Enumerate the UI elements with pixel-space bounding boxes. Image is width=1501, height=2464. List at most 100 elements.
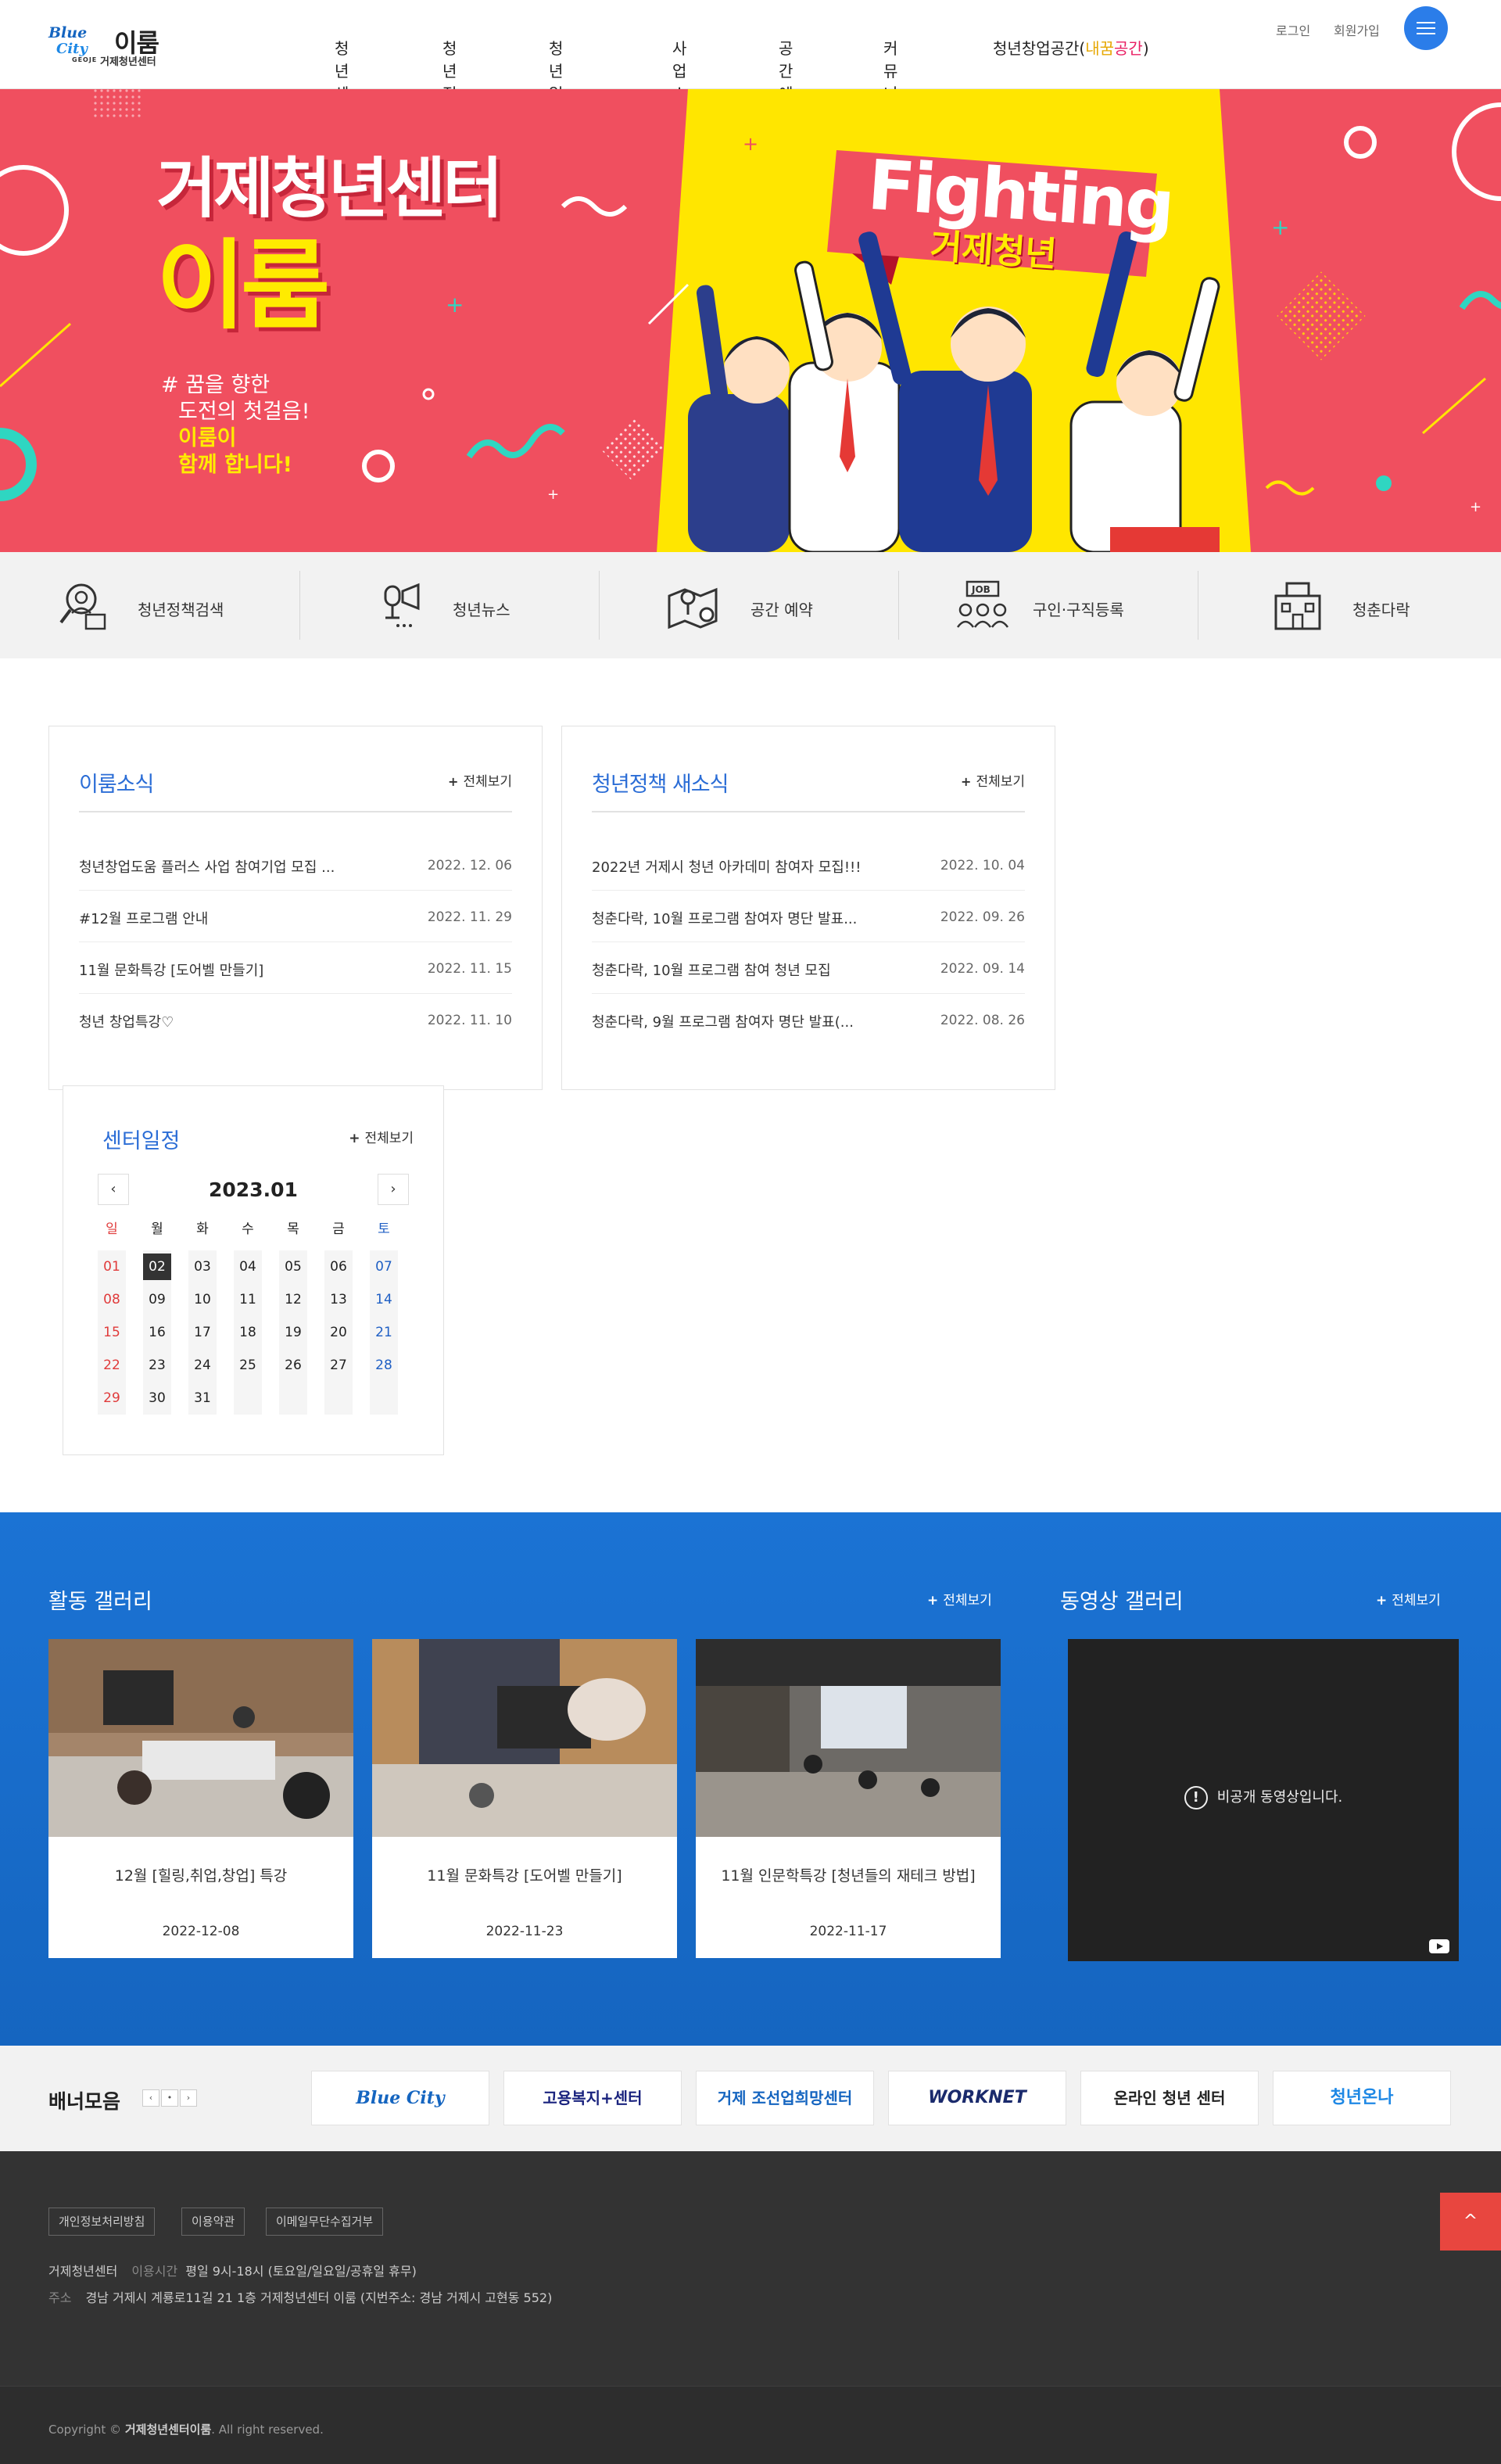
logo-text-blue: Blue bbox=[48, 24, 88, 41]
calendar-day[interactable]: 22 bbox=[98, 1352, 126, 1379]
calendar-day[interactable]: 05 bbox=[279, 1254, 307, 1280]
more-link[interactable]: + 전체보기 bbox=[448, 770, 512, 790]
calendar-day[interactable]: 18 bbox=[234, 1319, 262, 1346]
calendar-day[interactable]: 15 bbox=[98, 1319, 126, 1346]
gallery-card[interactable]: 11월 문화특강 [도어벨 만들기] 2022-11-23 bbox=[372, 1639, 677, 1958]
calendar-day[interactable]: 14 bbox=[370, 1286, 398, 1313]
email-refusal-link[interactable]: 이메일무단수집거부 bbox=[266, 2208, 384, 2236]
board-row[interactable]: 청년 창업특강♡ 2022. 11. 10 bbox=[79, 994, 512, 1045]
more-link[interactable]: + 전체보기 bbox=[349, 1127, 414, 1146]
calendar-day-today[interactable]: 02 bbox=[143, 1254, 171, 1280]
calendar-day[interactable]: 30 bbox=[143, 1385, 171, 1411]
quick-policy-search[interactable]: 청년정책검색 bbox=[0, 552, 299, 658]
calendar-day[interactable]: 12 bbox=[279, 1286, 307, 1313]
quick-label: 구인·구직등록 bbox=[1033, 601, 1124, 619]
calendar-day[interactable]: 20 bbox=[324, 1319, 353, 1346]
gallery-card[interactable]: 12월 [힐링,취업,창업] 특강 2022-12-08 bbox=[48, 1639, 353, 1958]
prev-month-button[interactable]: ‹ bbox=[98, 1174, 129, 1205]
calendar-day[interactable]: 19 bbox=[279, 1319, 307, 1346]
calendar-day[interactable]: 09 bbox=[143, 1286, 171, 1313]
next-month-button[interactable]: › bbox=[378, 1174, 409, 1205]
site-logo[interactable]: Blue City GEOJE 이룸 거제청년센터 bbox=[48, 23, 174, 69]
quick-label: 청년정책검색 bbox=[138, 601, 224, 619]
hamburger-menu-icon[interactable] bbox=[1404, 6, 1448, 50]
scroll-to-top-button[interactable]: ^ bbox=[1440, 2193, 1501, 2251]
banner-pause-button[interactable]: • bbox=[161, 2089, 178, 2107]
nav-startup-space[interactable]: 청년창업공간(내꿈공간) bbox=[993, 36, 1149, 59]
row-date: 2022. 11. 10 bbox=[427, 1013, 512, 1028]
calendar-day[interactable]: 10 bbox=[188, 1286, 217, 1313]
weekday-label: 금 bbox=[332, 1221, 345, 1237]
hero-slogan-line2: 도전의 첫걸음! bbox=[178, 400, 310, 424]
calendar-day[interactable]: 11 bbox=[234, 1286, 262, 1313]
row-title: #12월 프로그램 안내 bbox=[79, 911, 209, 927]
svg-text:+: + bbox=[446, 292, 464, 317]
more-link[interactable]: + 전체보기 bbox=[961, 770, 1025, 790]
terms-link[interactable]: 이용약관 bbox=[181, 2208, 245, 2236]
board-row[interactable]: 11월 문화특강 [도어벨 만들기] 2022. 11. 15 bbox=[79, 942, 512, 994]
calendar-day[interactable]: 17 bbox=[188, 1319, 217, 1346]
gallery-section: 활동 갤러리 + 전체보기 동영상 갤러리 + 전체보기 12월 [힐링,취업,창업… bbox=[0, 1512, 1501, 2046]
calendar-day[interactable]: 26 bbox=[279, 1352, 307, 1379]
calendar-day[interactable]: 01 bbox=[98, 1254, 126, 1280]
calendar-day[interactable]: 08 bbox=[98, 1286, 126, 1313]
calendar-day[interactable]: 16 bbox=[143, 1319, 171, 1346]
photo-classroom-image bbox=[48, 1639, 353, 1837]
banner-worknet[interactable]: WORKNET bbox=[888, 2071, 1066, 2125]
gallery-more-link[interactable]: + 전체보기 bbox=[927, 1589, 992, 1609]
row-title: 청년 창업특강♡ bbox=[79, 1014, 174, 1031]
quick-space-reservation[interactable]: 공간 예약 bbox=[599, 552, 898, 658]
banner-bluecity[interactable]: Blue City bbox=[311, 2071, 489, 2125]
board-row[interactable]: #12월 프로그램 안내 2022. 11. 29 bbox=[79, 891, 512, 942]
banner-prev-button[interactable]: ‹ bbox=[142, 2089, 159, 2107]
login-link[interactable]: 로그인 bbox=[1276, 20, 1310, 39]
calendar-day[interactable]: 06 bbox=[324, 1254, 353, 1280]
banner-youth-onna[interactable]: 청년온나 bbox=[1273, 2071, 1451, 2125]
video-player[interactable]: ! 비공개 동영상입니다. bbox=[1068, 1639, 1459, 1961]
join-link[interactable]: 회원가입 bbox=[1334, 20, 1380, 39]
calendar-day[interactable]: 23 bbox=[143, 1352, 171, 1379]
calendar-day[interactable]: 13 bbox=[324, 1286, 353, 1313]
board-row[interactable]: 2022년 거제시 청년 아카데미 참여자 모집!!! 2022. 10. 04 bbox=[592, 839, 1025, 891]
gallery-card-date: 2022-11-17 bbox=[809, 1924, 887, 1939]
calendar-day[interactable]: 07 bbox=[370, 1254, 398, 1280]
board-row[interactable]: 청춘다락, 9월 프로그램 참여자 명단 발표(... 2022. 08. 26 bbox=[592, 994, 1025, 1045]
hero-slogan-line3: 이룸이 bbox=[178, 426, 237, 450]
gallery-card[interactable]: 11월 인문학특강 [청년들의 재테크 방법] 2022-11-17 bbox=[696, 1639, 1001, 1958]
quick-cheongchun-darak[interactable]: 청춘다락 bbox=[1198, 552, 1497, 658]
search-person-icon bbox=[59, 583, 106, 630]
svg-text:+: + bbox=[1271, 214, 1289, 240]
board-row[interactable]: 청춘다락, 10월 프로그램 참여자 명단 발표... 2022. 09. 26 bbox=[592, 891, 1025, 942]
banner-employment-center[interactable]: 고용복지+센터 bbox=[503, 2071, 682, 2125]
board-row[interactable]: 청년창업도움 플러스 사업 참여기업 모집 ... 2022. 12. 06 bbox=[79, 839, 512, 891]
video-more-link[interactable]: + 전체보기 bbox=[1376, 1589, 1441, 1609]
calendar-day[interactable]: 25 bbox=[234, 1352, 262, 1379]
banner-next-button[interactable]: › bbox=[180, 2089, 197, 2107]
calendar-day[interactable]: 29 bbox=[98, 1385, 126, 1411]
row-date: 2022. 10. 04 bbox=[940, 858, 1025, 873]
quick-youth-news[interactable]: 청년뉴스 bbox=[299, 552, 599, 658]
quick-job-register[interactable]: JOB 구인·구직등록 bbox=[898, 552, 1198, 658]
address-label: 주소 bbox=[48, 2290, 72, 2305]
calendar-day[interactable]: 24 bbox=[188, 1352, 217, 1379]
board-title: 이룸소식 bbox=[79, 773, 154, 797]
nav-startup-hl1: 내꿈 bbox=[1085, 39, 1115, 58]
calendar-day[interactable]: 28 bbox=[370, 1352, 398, 1379]
calendar-day[interactable]: 03 bbox=[188, 1254, 217, 1280]
board-row[interactable]: 청춘다락, 10월 프로그램 참여 청년 모집 2022. 09. 14 bbox=[592, 942, 1025, 994]
calendar-day[interactable]: 27 bbox=[324, 1352, 353, 1379]
youtube-icon[interactable] bbox=[1429, 1939, 1449, 1953]
calendar-day[interactable]: 04 bbox=[234, 1254, 262, 1280]
gallery-card-date: 2022-12-08 bbox=[162, 1924, 240, 1939]
svg-text:+: + bbox=[1470, 499, 1481, 515]
banner-online-youth-center[interactable]: 온라인 청년 센터 bbox=[1080, 2071, 1259, 2125]
banner-shipbuilding-center[interactable]: 거제 조선업희망센터 bbox=[696, 2071, 874, 2125]
banner-section: 배너모음 ‹ • › Blue City 고용복지+센터 거제 조선업희망센터 … bbox=[0, 2046, 1501, 2151]
gallery-card-title: 12월 [힐링,취업,창업] 특강 bbox=[114, 1867, 288, 1885]
row-title: 청춘다락, 10월 프로그램 참여자 명단 발표... bbox=[592, 911, 858, 927]
privacy-policy-link[interactable]: 개인정보처리방침 bbox=[48, 2208, 156, 2236]
calendar-day[interactable]: 31 bbox=[188, 1385, 217, 1411]
calendar-day[interactable]: 21 bbox=[370, 1319, 398, 1346]
logo-text-city: City bbox=[56, 41, 88, 57]
video-gallery-title: 동영상 갤러리 bbox=[1060, 1590, 1184, 1614]
